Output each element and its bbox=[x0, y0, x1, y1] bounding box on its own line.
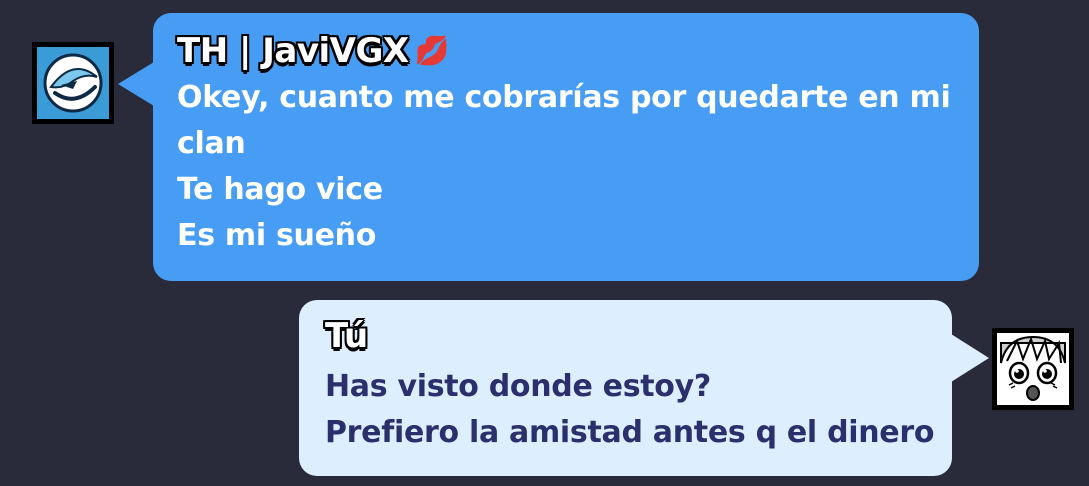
message-line: clan bbox=[177, 126, 246, 161]
bubble-tail bbox=[118, 62, 154, 106]
anime-face-icon bbox=[997, 333, 1069, 405]
sender-name: Tú bbox=[325, 316, 926, 356]
sender-name-text: Tú bbox=[325, 316, 368, 356]
message-text: Has visto donde estoy? Prefiero la amist… bbox=[325, 364, 935, 456]
sender-avatar[interactable] bbox=[32, 42, 114, 124]
bubble-tail bbox=[951, 334, 989, 382]
outgoing-message-bubble[interactable]: Tú Has visto donde estoy? Prefiero la am… bbox=[299, 300, 952, 476]
message-line: Has visto donde estoy? bbox=[325, 369, 711, 404]
incoming-message-bubble[interactable]: TH | JaviVGX 💋 Okey, cuanto me cobrarías… bbox=[153, 13, 979, 281]
chat-view: TH | JaviVGX 💋 Okey, cuanto me cobrarías… bbox=[0, 0, 1089, 486]
message-line: Te hago vice bbox=[177, 172, 383, 207]
user-avatar[interactable] bbox=[992, 328, 1074, 410]
blue-emblem-icon bbox=[37, 47, 109, 119]
sender-name-text: TH | JaviVGX bbox=[177, 31, 409, 71]
message-line: Okey, cuanto me cobrarías por quedarte e… bbox=[177, 80, 951, 115]
kiss-emoji-icon: 💋 bbox=[414, 34, 450, 67]
message-line: Es mi sueño bbox=[177, 218, 377, 253]
message-text: Okey, cuanto me cobrarías por quedarte e… bbox=[177, 75, 955, 259]
sender-name: TH | JaviVGX 💋 bbox=[177, 31, 955, 71]
message-line: Prefiero la amistad antes q el dinero bbox=[325, 415, 935, 450]
